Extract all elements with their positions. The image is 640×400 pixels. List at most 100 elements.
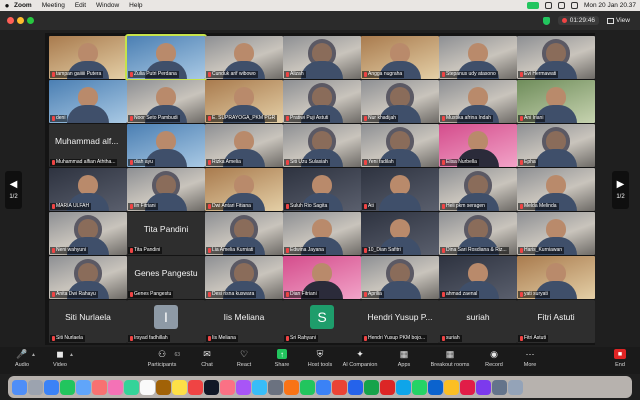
view-button[interactable]: View <box>607 17 630 24</box>
chevron-up-icon[interactable]: ▲ <box>69 352 74 358</box>
powerpoint-icon[interactable] <box>380 379 395 395</box>
excel-icon[interactable] <box>364 379 379 395</box>
participant-tile[interactable]: Pratiwi Puji Astuti <box>283 80 361 123</box>
zoom-status-icon[interactable] <box>526 2 539 9</box>
notes-icon[interactable] <box>172 379 187 395</box>
close-window-button[interactable] <box>7 17 14 24</box>
participant-tile-no-video[interactable]: Hendri Yusup P... Hendri Yusup PKM bojo..… <box>361 300 439 343</box>
participant-tile[interactable]: 10_Dian Safitri <box>361 212 439 255</box>
end-meeting-button[interactable]: ■ End <box>598 349 640 368</box>
participant-tile[interactable]: Heli pkm seragen <box>439 168 517 211</box>
participant-tile[interactable]: Alizah <box>283 36 361 79</box>
acrobat-icon[interactable] <box>460 379 475 395</box>
participant-tile[interactable]: Elisa Nurbella <box>439 124 517 167</box>
word-icon[interactable] <box>348 379 363 395</box>
safari-icon[interactable] <box>44 379 59 395</box>
participant-tile[interactable]: Angga nugraha <box>361 36 439 79</box>
participant-tile-no-video[interactable]: I Irsyad fadhillah <box>127 300 205 343</box>
app-store-icon[interactable] <box>252 379 267 395</box>
participant-tile[interactable]: ahmad zaenal <box>439 256 517 299</box>
participant-tile[interactable]: Dina Sari Rosdiana & Riz... <box>439 212 517 255</box>
participant-tile-no-video[interactable]: suriah suriah <box>439 300 517 343</box>
participant-tile-no-video[interactable]: Siti Nurlaela Siti Nurlaela <box>49 300 127 343</box>
trash-icon[interactable] <box>508 379 523 395</box>
participant-tile-no-video[interactable]: Muhammad alf... Muhammad alfian Aththa... <box>49 124 127 167</box>
podcasts-icon[interactable] <box>236 379 251 395</box>
participant-tile[interactable]: Melda Melinda <box>517 168 595 211</box>
host-tools-button[interactable]: ⛨ Host tools <box>298 349 342 369</box>
reminders-icon[interactable] <box>188 379 203 395</box>
participant-tile[interactable]: E. SUPRAYOGA_PKM PGR <box>205 80 283 123</box>
participants-button[interactable]: ⚇ 63 Participants <box>140 349 184 369</box>
participant-tile[interactable]: diah ayu <box>127 124 205 167</box>
participant-tile[interactable]: Anita Dwi Rahayu <box>49 256 127 299</box>
apps-button[interactable]: ▦ Apps <box>382 349 426 369</box>
participant-tile[interactable]: Stepanus udy atasono <box>439 36 517 79</box>
participant-tile[interactable]: Haris_Kurniawan <box>517 212 595 255</box>
minimize-window-button[interactable] <box>17 17 24 24</box>
participant-tile-no-video[interactable]: Tita Pandini Tita Pandini <box>127 212 205 255</box>
chrome-icon[interactable] <box>332 379 347 395</box>
numbers-icon[interactable] <box>300 379 315 395</box>
ai-companion-button[interactable]: ✦ AI Companion <box>338 349 382 369</box>
battery-icon[interactable] <box>544 2 552 9</box>
participant-tile[interactable]: Nur khadijah <box>361 80 439 123</box>
participant-tile[interactable]: Desi risna kuswara <box>205 256 283 299</box>
photos-icon[interactable] <box>108 379 123 395</box>
participant-tile[interactable]: Dian Fitriani <box>283 256 361 299</box>
menu-zoom[interactable]: Zoom <box>14 2 32 9</box>
previous-page-button[interactable]: ◀ 1/2 <box>5 171 22 209</box>
tv-icon[interactable] <box>204 379 219 395</box>
contacts-icon[interactable] <box>156 379 171 395</box>
menu-meeting[interactable]: Meeting <box>42 2 65 9</box>
more-button[interactable]: ⋯ More <box>508 349 552 369</box>
participant-tile-no-video[interactable]: Iis Meliana Iis Meliana <box>205 300 283 343</box>
keynote-icon[interactable] <box>316 379 331 395</box>
menu-window[interactable]: Window <box>96 2 119 9</box>
chevron-up-icon[interactable]: ▲ <box>31 352 36 358</box>
maps-icon[interactable] <box>92 379 107 395</box>
participant-tile[interactable]: Suluh Rio Sagita <box>283 168 361 211</box>
finder-icon[interactable] <box>12 379 27 395</box>
participant-tile-no-video[interactable]: Genes Pangestu Genes Pangestu <box>127 256 205 299</box>
calendar-icon[interactable] <box>140 379 155 395</box>
participant-tile[interactable]: Siti Uzu Sulasiah <box>283 124 361 167</box>
participant-tile[interactable]: Mustika afrina Indah <box>439 80 517 123</box>
participant-tile[interactable]: Iin Fitriani <box>127 168 205 211</box>
participant-tile[interactable]: deni <box>49 80 127 123</box>
participant-tile[interactable]: Ati <box>361 168 439 211</box>
participant-tile[interactable]: Ani Iriani <box>517 80 595 123</box>
participant-tile-no-video[interactable]: S Sri Rahyani <box>283 300 361 343</box>
facetime-icon[interactable] <box>124 379 139 395</box>
participant-tile[interactable]: Rizka Amelia <box>205 124 283 167</box>
downloads-icon[interactable] <box>492 379 507 395</box>
menu-help[interactable]: Help <box>129 2 142 9</box>
pages-icon[interactable] <box>284 379 299 395</box>
wifi-icon[interactable] <box>557 2 565 9</box>
participant-tile[interactable]: MARIA ULFAH <box>49 168 127 211</box>
video-button[interactable]: ◼ ▲ Video <box>38 349 82 369</box>
participant-tile[interactable]: tampan gaiiiii Putera <box>49 36 127 79</box>
security-shield-icon[interactable] <box>542 16 550 25</box>
settings-icon[interactable] <box>268 379 283 395</box>
launchpad-icon[interactable] <box>28 379 43 395</box>
participant-tile-speaking[interactable]: Zulia Putri Perdana <box>125 34 207 81</box>
participant-tile[interactable]: Dwi Antari Fitiana <box>205 168 283 211</box>
participant-tile[interactable]: yati suryati <box>517 256 595 299</box>
breakout-rooms-button[interactable]: ▦ Breakout rooms <box>428 349 472 369</box>
menubar-clock[interactable]: Mon 20 Jan 20.37 <box>584 2 636 9</box>
preview-icon[interactable] <box>444 379 459 395</box>
mail-icon[interactable] <box>76 379 91 395</box>
participant-tile[interactable]: Neni wahyuni <box>49 212 127 255</box>
participant-tile[interactable]: Edwina Jayana <box>283 212 361 255</box>
zoom-app-icon[interactable] <box>396 379 411 395</box>
control-center-icon[interactable] <box>570 2 578 9</box>
participant-tile[interactable]: Cunduk arif wibowo <box>205 36 283 79</box>
participant-tile[interactable]: Evi Hermawati <box>517 36 595 79</box>
messages-icon[interactable] <box>60 379 75 395</box>
whatsapp-icon[interactable] <box>412 379 427 395</box>
participant-tile-no-video[interactable]: Fitri Astuti Fitri Astuti <box>517 300 595 343</box>
participant-tile[interactable]: Lia Amelia Kurniati <box>205 212 283 255</box>
participant-tile[interactable]: Noor Seto Pambudi <box>127 80 205 123</box>
telegram-icon[interactable] <box>428 379 443 395</box>
